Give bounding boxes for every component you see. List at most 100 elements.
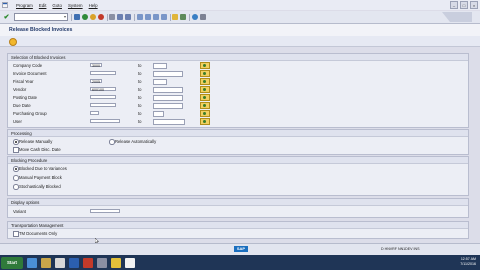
enter-check-icon[interactable]: ✔	[3, 14, 10, 21]
customize-layout-icon[interactable]	[199, 14, 206, 20]
group-title: Display options	[11, 199, 40, 205]
multiple-selection-icon[interactable]	[200, 77, 210, 86]
cancel-icon[interactable]	[97, 14, 104, 20]
sap-gui-icon[interactable]	[97, 257, 107, 268]
stochastically-blocked-radio[interactable]	[13, 184, 19, 190]
group-title: Blocking Procedure	[11, 157, 48, 163]
save-icon[interactable]	[73, 14, 80, 20]
sap-logon-icon[interactable]	[55, 257, 65, 268]
start-button[interactable]: Start	[1, 256, 23, 269]
blocked-variances-radio[interactable]	[13, 166, 19, 172]
variant-label: Variant	[13, 208, 26, 214]
system-clock[interactable]: 12:57 AM 7/11/2016	[460, 257, 476, 267]
minimize-icon[interactable]: –	[450, 1, 458, 9]
multiple-selection-icon[interactable]	[200, 101, 210, 110]
app-menu-icon[interactable]	[0, 0, 10, 10]
menu-system[interactable]: System	[68, 3, 83, 8]
windows-taskbar: Start 12:57 AM 7/11/2016	[0, 255, 480, 270]
window-controls: – □ ×	[450, 1, 478, 9]
fiscal-year-label: Fiscal Year	[13, 78, 34, 84]
menu-goto[interactable]: Goto	[52, 3, 62, 8]
menu-help[interactable]: Help	[89, 3, 98, 8]
move-cash-row: Move Cash Disc. Date	[8, 146, 468, 153]
posting-date-label: Posting Date	[13, 94, 37, 100]
release-manually-radio[interactable]	[13, 139, 19, 145]
sap-logo	[442, 12, 472, 22]
last-page-icon[interactable]	[160, 14, 167, 20]
outlook-icon[interactable]	[83, 257, 93, 268]
due-date-to[interactable]	[153, 102, 183, 109]
tm-documents-only-checkbox[interactable]	[13, 231, 19, 237]
posting-date-from[interactable]	[90, 94, 116, 99]
move-cash-disc-label: Move Cash Disc. Date	[19, 146, 61, 152]
release-manually-label: Release Manually	[19, 138, 53, 144]
to-label: to	[138, 94, 142, 100]
menu-edit[interactable]: Edit	[39, 3, 47, 8]
word-icon[interactable]	[69, 257, 79, 268]
new-session-icon[interactable]	[172, 14, 178, 20]
page-title: Release Blocked Invoices	[9, 27, 73, 33]
menu-bar: Program Edit Goto System Help – □ ×	[0, 0, 480, 10]
system-info[interactable]: D HNVRF NN1DEV INS	[381, 247, 420, 251]
group-header: Transportation Management	[8, 222, 468, 229]
multiple-selection-icon[interactable]	[200, 117, 210, 126]
previous-page-icon[interactable]	[144, 14, 151, 20]
vendor-from[interactable]: 600100	[90, 86, 116, 92]
manual-payment-block-radio[interactable]	[13, 175, 19, 181]
notes-icon[interactable]	[111, 257, 121, 268]
tm-only-row: TM Documents Only	[8, 230, 468, 237]
multiple-selection-icon[interactable]	[200, 109, 210, 118]
release-automatically-radio[interactable]	[109, 139, 115, 145]
row-posting-date: Posting Date to	[8, 93, 468, 102]
multiple-selection-icon[interactable]	[200, 61, 210, 70]
group-header: Display options	[8, 199, 468, 206]
company-code-to[interactable]	[153, 62, 167, 69]
invoice-document-to[interactable]	[153, 70, 183, 77]
document-icon[interactable]	[125, 257, 135, 268]
multiple-selection-icon[interactable]	[200, 69, 210, 78]
find-icon[interactable]	[117, 14, 123, 20]
invoice-document-from[interactable]	[90, 70, 116, 75]
sap-logo-graphic	[442, 12, 472, 22]
row-fiscal-year: Fiscal Year 2005 to	[8, 77, 468, 86]
next-page-icon[interactable]	[152, 14, 159, 20]
variant-input[interactable]	[90, 208, 120, 213]
move-cash-disc-checkbox[interactable]	[13, 147, 19, 153]
exit-icon[interactable]	[89, 14, 96, 20]
first-page-icon[interactable]	[136, 14, 143, 20]
multiple-selection-icon[interactable]	[200, 93, 210, 102]
internet-explorer-icon[interactable]	[27, 257, 37, 268]
command-field[interactable]	[14, 13, 68, 21]
toolbar-separator	[189, 13, 190, 21]
purchasing-group-to[interactable]	[153, 110, 164, 117]
fiscal-year-from[interactable]: 2005	[90, 78, 102, 84]
help-icon[interactable]	[191, 14, 198, 20]
user-to[interactable]	[153, 118, 185, 125]
execute-icon[interactable]	[9, 38, 17, 46]
maximize-icon[interactable]: □	[460, 1, 468, 9]
vendor-to[interactable]	[153, 86, 183, 93]
shortcut-icon[interactable]	[180, 14, 186, 20]
company-code-from[interactable]: 3000	[90, 62, 102, 68]
group-header: Blocking Procedure	[8, 157, 468, 164]
folder-icon[interactable]	[41, 257, 51, 268]
group-title: Selection of Blocked Invoices	[11, 54, 66, 60]
user-from[interactable]	[90, 118, 120, 123]
multiple-selection-icon[interactable]	[200, 85, 210, 94]
standard-toolbar: ✔	[0, 11, 480, 24]
back-icon[interactable]	[81, 14, 88, 20]
purchasing-group-label: Purchasing Group	[13, 110, 47, 116]
application-toolbar	[0, 36, 480, 47]
print-icon[interactable]	[109, 14, 115, 20]
blocking-option: Manual Payment Block	[8, 174, 468, 181]
stochastically-blocked-label: Stochastically Blocked	[19, 183, 61, 189]
purchasing-group-from[interactable]	[90, 110, 99, 115]
menu-program[interactable]: Program	[16, 3, 33, 8]
due-date-from[interactable]	[90, 102, 116, 107]
find-next-icon[interactable]	[125, 14, 131, 20]
blocking-option: Stochastically Blocked	[8, 183, 468, 190]
posting-date-to[interactable]	[153, 94, 183, 101]
close-icon[interactable]: ×	[470, 1, 478, 9]
fiscal-year-to[interactable]	[153, 78, 167, 85]
processing-group: Processing Release Manually Release Auto…	[7, 129, 469, 155]
